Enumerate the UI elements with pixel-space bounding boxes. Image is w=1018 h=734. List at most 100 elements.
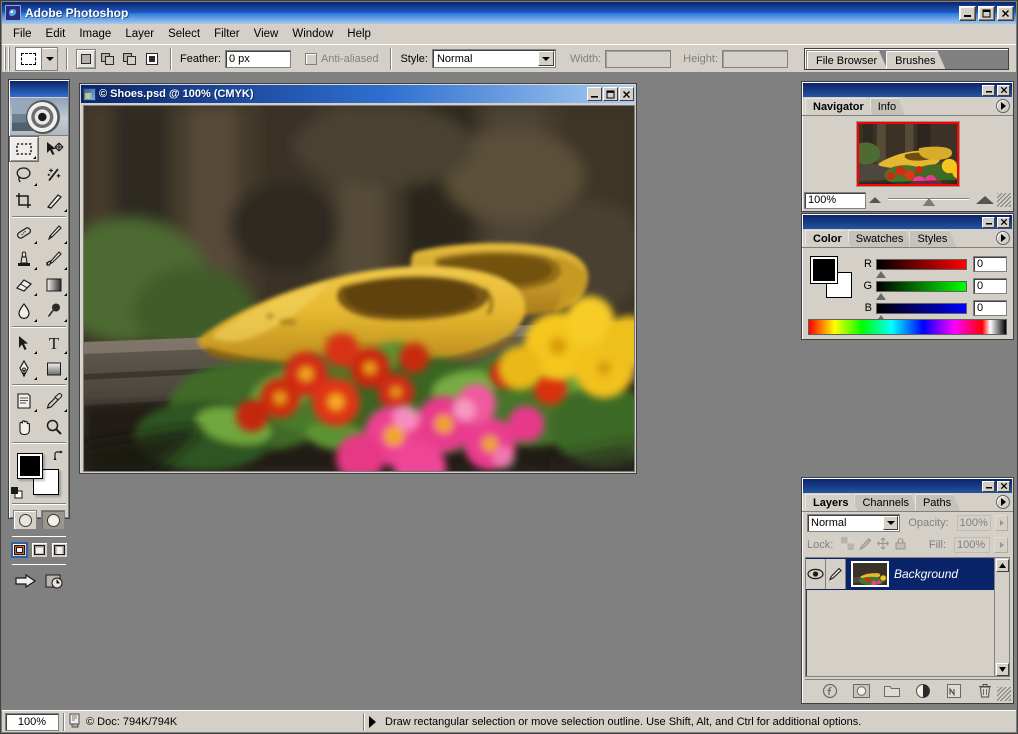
magic-wand-tool[interactable] bbox=[39, 162, 69, 188]
height-input[interactable] bbox=[722, 50, 788, 68]
green-slider[interactable] bbox=[876, 281, 967, 292]
blue-value-input[interactable]: 0 bbox=[973, 300, 1007, 316]
navigator-menu-icon[interactable] bbox=[996, 99, 1010, 113]
status-zoom-input[interactable]: 100% bbox=[5, 713, 59, 731]
standard-screen-mode-button[interactable] bbox=[11, 542, 28, 558]
green-value-input[interactable]: 0 bbox=[973, 278, 1007, 294]
layers-minimize-button[interactable] bbox=[982, 481, 995, 492]
color-minimize-button[interactable] bbox=[982, 217, 995, 228]
menu-help[interactable]: Help bbox=[340, 26, 378, 42]
hand-tool[interactable] bbox=[9, 414, 39, 440]
pen-tool[interactable] bbox=[9, 356, 39, 382]
tab-navigator[interactable]: Navigator bbox=[805, 98, 873, 115]
tool-preset-picker[interactable] bbox=[15, 47, 58, 71]
layers-resize-grip[interactable] bbox=[997, 687, 1011, 701]
document-minimize-button[interactable] bbox=[587, 87, 602, 101]
menu-image[interactable]: Image bbox=[72, 26, 118, 42]
lock-image-pixels-icon[interactable] bbox=[858, 537, 872, 553]
zoom-out-icon[interactable] bbox=[869, 197, 881, 203]
red-slider[interactable] bbox=[876, 259, 967, 270]
full-screen-button[interactable] bbox=[51, 542, 68, 558]
scroll-up-icon[interactable] bbox=[996, 559, 1009, 572]
menu-file[interactable]: File bbox=[6, 26, 39, 42]
path-selection-tool[interactable] bbox=[9, 330, 39, 356]
document-close-button[interactable] bbox=[619, 87, 634, 101]
layer-style-button[interactable] bbox=[822, 682, 839, 699]
add-to-selection-button[interactable] bbox=[98, 49, 118, 69]
width-input[interactable] bbox=[605, 50, 671, 68]
layers-close-button[interactable] bbox=[997, 481, 1010, 492]
lock-transparent-pixels-icon[interactable] bbox=[841, 537, 854, 553]
standard-mode-button[interactable] bbox=[13, 510, 37, 530]
color-spectrum-ramp[interactable] bbox=[808, 319, 1007, 335]
notes-tool[interactable] bbox=[9, 388, 39, 414]
maximize-button[interactable] bbox=[978, 6, 995, 21]
image-canvas[interactable] bbox=[83, 105, 635, 472]
minimize-button[interactable] bbox=[959, 6, 976, 21]
tab-swatches[interactable]: Swatches bbox=[848, 230, 913, 247]
color-menu-icon[interactable] bbox=[996, 231, 1010, 245]
tab-info[interactable]: Info bbox=[870, 98, 905, 115]
toolbox-title-bar[interactable] bbox=[10, 81, 68, 97]
tab-channels[interactable]: Channels bbox=[854, 494, 917, 511]
clone-stamp-tool[interactable] bbox=[9, 246, 39, 272]
swap-colors-icon[interactable] bbox=[53, 450, 65, 462]
menu-view[interactable]: View bbox=[247, 26, 286, 42]
navigator-minimize-button[interactable] bbox=[982, 85, 995, 96]
document-maximize-button[interactable] bbox=[603, 87, 618, 101]
layer-mask-button[interactable] bbox=[853, 682, 870, 699]
close-button[interactable] bbox=[997, 6, 1014, 21]
menu-window[interactable]: Window bbox=[285, 26, 340, 42]
scroll-down-icon[interactable] bbox=[996, 663, 1009, 676]
lock-all-icon[interactable] bbox=[894, 537, 907, 553]
new-layer-button[interactable] bbox=[946, 682, 963, 699]
eyedropper-tool[interactable] bbox=[39, 388, 69, 414]
intersect-with-selection-button[interactable] bbox=[142, 49, 162, 69]
menu-select[interactable]: Select bbox=[161, 26, 207, 42]
red-value-input[interactable]: 0 bbox=[973, 256, 1007, 272]
style-select[interactable]: Normal bbox=[432, 49, 556, 68]
color-foreground-swatch[interactable] bbox=[810, 256, 838, 284]
new-adjustment-layer-button[interactable] bbox=[915, 682, 932, 699]
default-colors-icon[interactable] bbox=[11, 487, 23, 499]
brush-tool[interactable] bbox=[39, 220, 69, 246]
fill-value[interactable]: 100% bbox=[954, 537, 990, 553]
layers-menu-icon[interactable] bbox=[996, 495, 1010, 509]
status-doc-section[interactable]: © Doc: 794K/794K bbox=[69, 713, 359, 731]
dodge-tool[interactable] bbox=[39, 298, 69, 324]
quick-mask-mode-button[interactable] bbox=[41, 510, 65, 530]
tab-color[interactable]: Color bbox=[805, 230, 851, 247]
navigator-resize-grip[interactable] bbox=[997, 193, 1011, 207]
navigator-title-bar[interactable] bbox=[803, 83, 1012, 97]
rectangle-shape-tool[interactable] bbox=[39, 356, 69, 382]
healing-brush-tool[interactable] bbox=[9, 220, 39, 246]
lasso-tool[interactable] bbox=[9, 162, 39, 188]
zoom-tool[interactable] bbox=[39, 414, 69, 440]
move-tool[interactable] bbox=[39, 136, 69, 162]
layer-list[interactable]: Background bbox=[805, 557, 1010, 677]
menu-layer[interactable]: Layer bbox=[118, 26, 161, 42]
chevron-down-icon[interactable] bbox=[42, 48, 57, 70]
navigator-zoom-slider[interactable] bbox=[884, 192, 973, 208]
jump-to-imageready-icon[interactable] bbox=[14, 571, 38, 594]
rectangular-marquee-tool[interactable] bbox=[9, 136, 39, 162]
navigator-thumbnail[interactable] bbox=[856, 121, 960, 187]
fill-stepper-icon[interactable] bbox=[994, 537, 1008, 553]
eraser-tool[interactable] bbox=[9, 272, 39, 298]
tab-paths[interactable]: Paths bbox=[915, 494, 960, 511]
history-brush-tool[interactable] bbox=[39, 246, 69, 272]
menu-edit[interactable]: Edit bbox=[39, 26, 73, 42]
color-close-button[interactable] bbox=[997, 217, 1010, 228]
blur-tool[interactable] bbox=[9, 298, 39, 324]
table-row[interactable]: Background bbox=[806, 558, 1009, 590]
new-selection-button[interactable] bbox=[76, 49, 96, 69]
navigator-view-box[interactable] bbox=[857, 122, 959, 186]
document-title-bar[interactable]: © Shoes.psd @ 100% (CMYK) bbox=[81, 85, 635, 103]
well-tab-file-browser[interactable]: File Browser bbox=[807, 51, 887, 69]
full-screen-with-menubar-button[interactable] bbox=[31, 542, 48, 558]
tab-styles[interactable]: Styles bbox=[909, 230, 956, 247]
tab-layers[interactable]: Layers bbox=[805, 494, 857, 511]
slice-tool[interactable] bbox=[39, 188, 69, 214]
layer-list-scrollbar[interactable] bbox=[994, 558, 1009, 676]
navigator-preview-area[interactable] bbox=[806, 119, 1009, 189]
